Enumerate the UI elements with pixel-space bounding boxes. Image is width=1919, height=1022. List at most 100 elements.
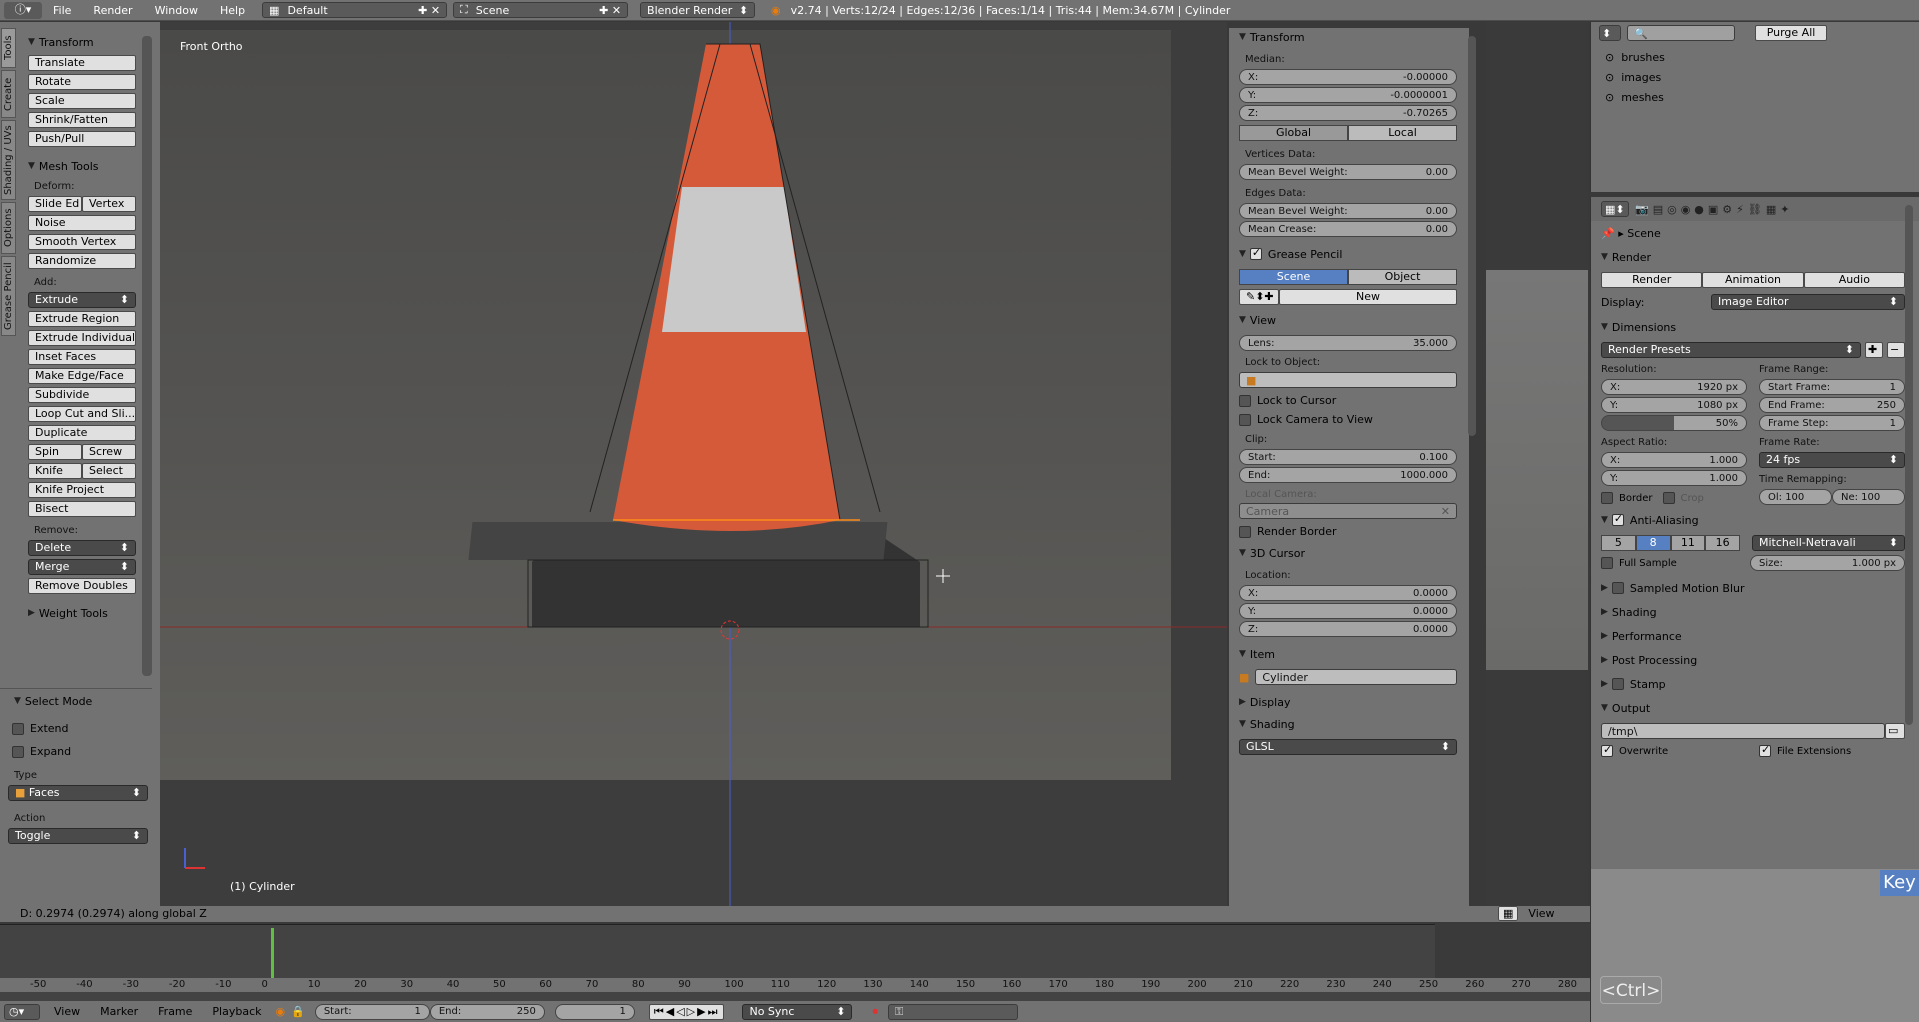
rotate-button[interactable]: Rotate: [28, 74, 136, 90]
stamp-check[interactable]: [1611, 678, 1624, 690]
layout-selector[interactable]: ▦ Default ✚ ✕: [262, 2, 448, 18]
extrude-individual-button[interactable]: Extrude Individual: [28, 330, 136, 346]
add-preset-icon[interactable]: ✚: [1865, 342, 1883, 358]
clear-icon[interactable]: ✕: [1441, 505, 1450, 518]
outliner-search-input[interactable]: 🔍: [1627, 25, 1735, 41]
time-new-field[interactable]: Ne: 100: [1832, 489, 1905, 505]
remove-doubles-button[interactable]: Remove Doubles: [28, 578, 136, 594]
properties-context-icons[interactable]: 📷▤◎◉●▣⚙⚡⛓▦✦: [1635, 203, 1793, 216]
timeline-end-field[interactable]: End: 250: [429, 1003, 545, 1020]
lock-cursor-check[interactable]: [1239, 395, 1251, 407]
vertex-bevel-weight-field[interactable]: Mean Bevel Weight: 0.00: [1239, 164, 1457, 180]
inset-faces-button[interactable]: Inset Faces: [28, 349, 136, 365]
lens-field[interactable]: Lens: 35.000: [1239, 335, 1457, 351]
frame-rate-dropdown[interactable]: 24 fps ⬍: [1759, 452, 1905, 468]
full-sample-check[interactable]: [1601, 557, 1613, 569]
post-processing-header[interactable]: ▶ Post Processing: [1601, 651, 1905, 669]
menu-render[interactable]: Render: [82, 4, 143, 17]
tab-grease-pencil[interactable]: Grease Pencil: [1, 256, 16, 336]
slide-vertex-button[interactable]: Vertex: [82, 196, 136, 212]
render-panel-header[interactable]: ▼ Render: [1601, 248, 1905, 266]
gp-object-toggle[interactable]: Object: [1348, 269, 1457, 285]
bisect-button[interactable]: Bisect: [28, 501, 136, 517]
filter-size-field[interactable]: Size: 1.000 px: [1750, 555, 1905, 571]
record-icon[interactable]: ⏺: [872, 1005, 878, 1019]
frame-step-field[interactable]: Frame Step: 1: [1759, 415, 1905, 431]
preview-range-icon[interactable]: ◉: [276, 1005, 286, 1018]
make-edge-face-button[interactable]: Make Edge/Face: [28, 368, 136, 384]
file-extensions-check[interactable]: [1759, 743, 1771, 757]
merge-dropdown[interactable]: Merge ⬍: [28, 559, 136, 575]
view-header[interactable]: ▼ View: [1239, 311, 1457, 329]
local-toggle[interactable]: Local: [1348, 125, 1457, 141]
display-header[interactable]: ▶ Display: [1239, 693, 1457, 711]
n-transform-header[interactable]: ▼ Transform: [1239, 28, 1457, 46]
extend-checkbox[interactable]: Extend: [12, 722, 152, 735]
cursor-y-field[interactable]: Y: 0.0000: [1239, 603, 1457, 619]
item-name-field[interactable]: Cylinder: [1255, 669, 1457, 685]
edge-bevel-weight-field[interactable]: Mean Bevel Weight: 0.00: [1239, 203, 1457, 219]
playback-controls[interactable]: ⏮◀◁▷▶⏭: [648, 1003, 725, 1020]
crop-check[interactable]: [1662, 492, 1675, 504]
local-camera-field[interactable]: Camera ✕: [1239, 503, 1457, 519]
current-frame-indicator[interactable]: [271, 928, 274, 980]
performance-header[interactable]: ▶ Performance: [1601, 627, 1905, 645]
shading-header[interactable]: ▼ Shading: [1239, 715, 1457, 733]
gp-new-button[interactable]: New: [1279, 289, 1457, 305]
expand-checkbox[interactable]: Expand: [12, 745, 152, 758]
keying-set-field[interactable]: ⚿: [887, 1003, 1018, 1020]
time-old-field[interactable]: Ol: 100: [1759, 489, 1832, 505]
weight-tools-header[interactable]: ▶ Weight Tools: [28, 604, 136, 622]
slide-edge-button[interactable]: Slide Ed: [28, 196, 82, 212]
type-dropdown[interactable]: ■ Faces ⬍: [8, 785, 148, 801]
lock-camera-checkbox[interactable]: Lock Camera to View: [1239, 413, 1457, 426]
global-toggle[interactable]: Global: [1239, 125, 1348, 141]
cursor-x-field[interactable]: X: 0.0000: [1239, 585, 1457, 601]
knife-button[interactable]: Knife: [28, 463, 82, 479]
mesh-tools-header[interactable]: ▼ Mesh Tools: [28, 157, 136, 175]
extrude-region-button[interactable]: Extrude Region: [28, 311, 136, 327]
screw-button[interactable]: Screw: [82, 444, 136, 460]
clip-end-field[interactable]: End: 1000.000: [1239, 467, 1457, 483]
motion-blur-header[interactable]: ▶ Sampled Motion Blur: [1601, 579, 1905, 597]
select-mode-header[interactable]: ▼ Select Mode: [14, 692, 152, 710]
n-panel-scrollbar[interactable]: [1468, 36, 1476, 436]
lock-object-field[interactable]: ■: [1239, 372, 1457, 388]
shading-dropdown[interactable]: GLSL ⬍: [1239, 739, 1457, 755]
properties-scrollbar[interactable]: [1905, 205, 1913, 725]
audio-button[interactable]: Audio: [1803, 272, 1905, 288]
border-check[interactable]: [1601, 492, 1613, 504]
motion-blur-check[interactable]: [1611, 582, 1624, 594]
cursor-z-field[interactable]: Z: 0.0000: [1239, 621, 1457, 637]
aa-samples-8[interactable]: 8: [1635, 535, 1671, 551]
gp-scene-toggle[interactable]: Scene: [1239, 269, 1348, 285]
timeline-menu-playback[interactable]: Playback: [212, 1005, 261, 1018]
toolshelf-scrollbar[interactable]: [142, 36, 152, 676]
transform-header[interactable]: ▼ Transform: [28, 33, 136, 51]
end-frame-field[interactable]: End Frame: 250: [1759, 397, 1905, 413]
aspect-x-field[interactable]: X: 1.000: [1601, 452, 1747, 468]
stamp-header[interactable]: ▶ Stamp: [1601, 675, 1905, 693]
push-pull-button[interactable]: Push/Pull: [28, 131, 136, 147]
properties-editor-type[interactable]: ▦⬍: [1601, 201, 1629, 217]
render-presets-dropdown[interactable]: Render Presets ⬍: [1601, 342, 1861, 358]
extrude-dropdown[interactable]: Extrude ⬍: [28, 292, 136, 308]
delete-dropdown[interactable]: Delete ⬍: [28, 540, 136, 556]
purge-all-button[interactable]: Purge All: [1755, 25, 1827, 41]
shrink-fatten-button[interactable]: Shrink/Fatten: [28, 112, 136, 128]
tab-options[interactable]: Options: [1, 202, 16, 254]
scale-button[interactable]: Scale: [28, 93, 136, 109]
crop-checkbox[interactable]: Crop: [1662, 492, 1704, 504]
timeline-menu-marker[interactable]: Marker: [100, 1005, 138, 1018]
lock-to-cursor-checkbox[interactable]: Lock to Cursor: [1239, 394, 1457, 407]
dimensions-header[interactable]: ▼ Dimensions: [1601, 318, 1905, 336]
animation-button[interactable]: Animation: [1702, 272, 1804, 288]
timeline-menu-frame[interactable]: Frame: [158, 1005, 192, 1018]
3d-cursor-header[interactable]: ▼ 3D Cursor: [1239, 544, 1457, 562]
start-frame-field[interactable]: Start Frame: 1: [1759, 379, 1905, 395]
overwrite-checkbox[interactable]: Overwrite: [1601, 743, 1747, 757]
scene-selector[interactable]: ⛶ Scene ✚ ✕: [453, 2, 629, 18]
noise-button[interactable]: Noise: [28, 215, 136, 231]
sync-dropdown[interactable]: No Sync ⬍: [742, 1003, 853, 1020]
anti-aliasing-header[interactable]: ▼Anti-Aliasing: [1601, 511, 1905, 529]
